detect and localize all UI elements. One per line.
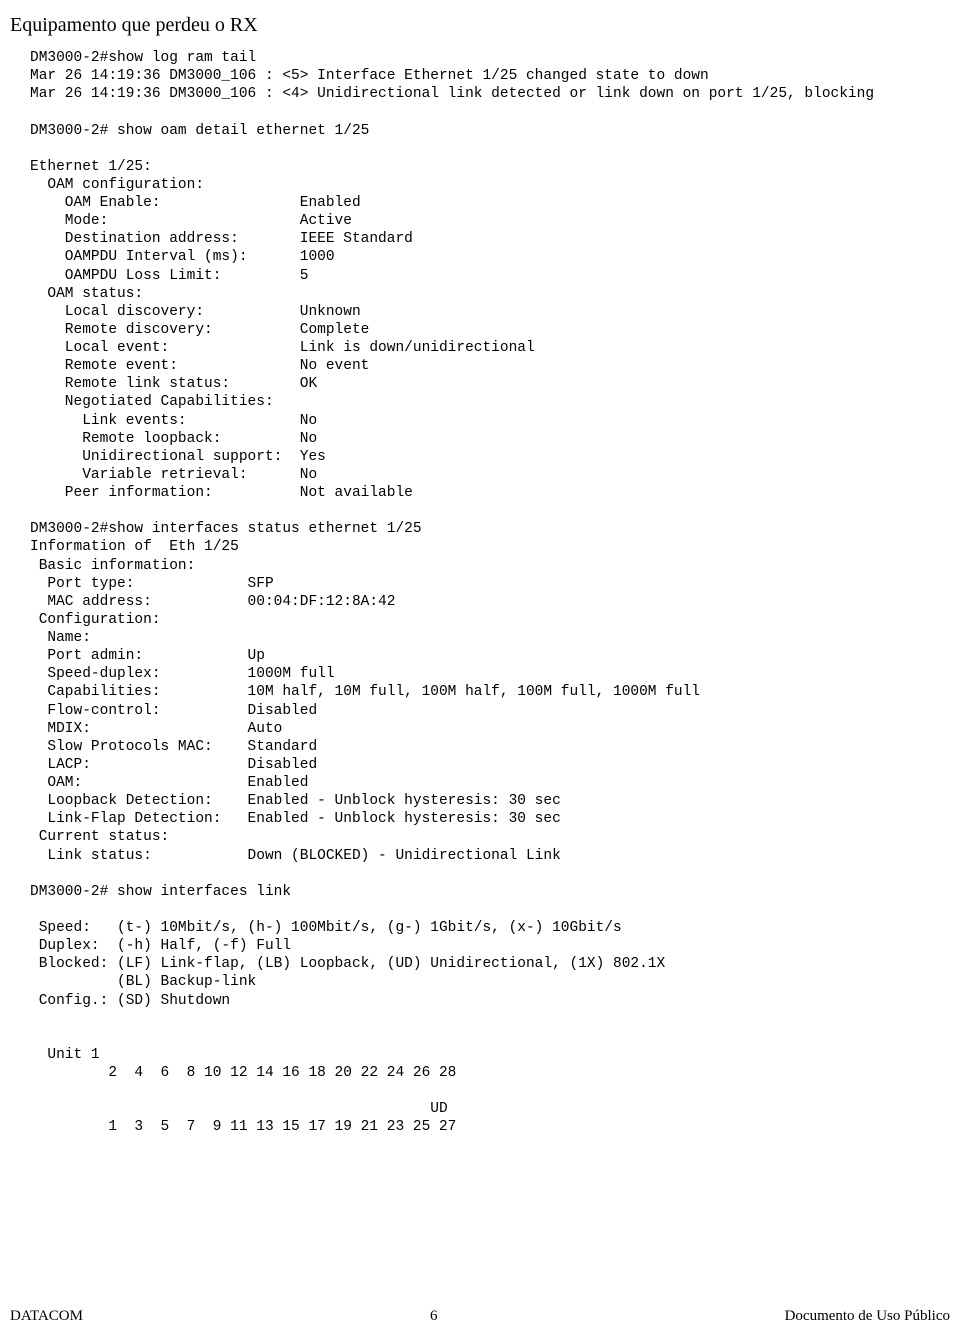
- if-status-output: Information of Eth 1/25 Basic informatio…: [30, 538, 950, 864]
- section-title: Equipamento que perdeu o RX: [10, 14, 950, 37]
- oam-command: DM3000-2# show oam detail ethernet 1/25: [30, 122, 950, 140]
- blank-line: [30, 1010, 950, 1028]
- if-link-command: DM3000-2# show interfaces link: [30, 883, 950, 901]
- blank-line: [30, 103, 950, 121]
- blank-line: [30, 1028, 950, 1046]
- blank-line: [30, 901, 950, 919]
- blank-line: [30, 865, 950, 883]
- oam-output: Ethernet 1/25: OAM configuration: OAM En…: [30, 158, 950, 502]
- blank-line: [30, 502, 950, 520]
- footer-page-number: 6: [430, 1308, 438, 1325]
- log-output: DM3000-2#show log ram tail Mar 26 14:19:…: [30, 49, 950, 103]
- blank-line: [30, 140, 950, 158]
- footer-left: DATACOM: [10, 1308, 83, 1325]
- footer-right: Documento de Uso Público: [785, 1308, 950, 1325]
- if-status-command: DM3000-2#show interfaces status ethernet…: [30, 520, 950, 538]
- unit-port-map: Unit 1 2 4 6 8 10 12 14 16 18 20 22 24 2…: [30, 1046, 950, 1137]
- legend-output: Speed: (t-) 10Mbit/s, (h-) 100Mbit/s, (g…: [30, 919, 950, 1010]
